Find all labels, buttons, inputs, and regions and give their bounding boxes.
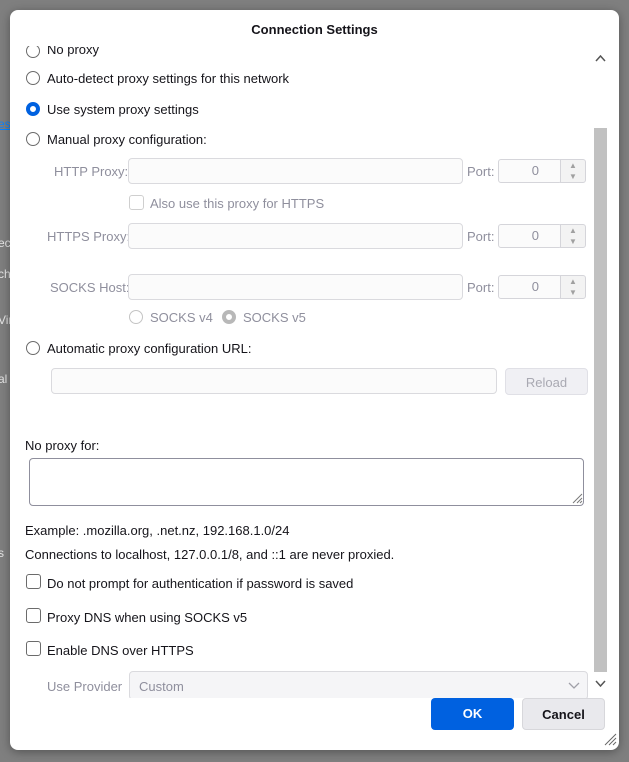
manual-proxy-radio[interactable] <box>26 132 40 146</box>
use-provider-label: Use Provider <box>47 679 123 694</box>
provider-select-value: Custom <box>139 679 184 694</box>
chevron-up-icon[interactable]: ▲ <box>561 225 585 236</box>
resize-grip-icon[interactable] <box>571 492 583 504</box>
socks-v4-label[interactable]: SOCKS v4 <box>150 310 213 325</box>
scroll-down-icon[interactable] <box>595 680 606 688</box>
scroll-up-icon[interactable] <box>595 54 606 62</box>
http-port-stepper[interactable]: ▲ ▼ <box>560 159 586 183</box>
auto-detect-radio[interactable] <box>26 71 40 85</box>
http-proxy-label: HTTP Proxy: <box>54 164 129 179</box>
https-port-stepper[interactable]: ▲ ▼ <box>560 224 586 248</box>
socks-host-label: SOCKS Host: <box>50 280 130 295</box>
proxy-dns-checkbox[interactable] <box>26 608 41 623</box>
socks-host-input[interactable] <box>128 274 463 300</box>
http-port-input[interactable]: 0 <box>498 159 562 183</box>
auto-proxy-url-label[interactable]: Automatic proxy configuration URL: <box>47 341 251 356</box>
auto-proxy-url-radio[interactable] <box>26 341 40 355</box>
socks-v4-radio[interactable] <box>129 310 143 324</box>
no-proxy-for-label: No proxy for: <box>25 438 100 453</box>
use-system-proxy-label[interactable]: Use system proxy settings <box>47 102 199 117</box>
https-port-input[interactable]: 0 <box>498 224 562 248</box>
ok-button[interactable]: OK <box>431 698 514 730</box>
cancel-button[interactable]: Cancel <box>522 698 605 730</box>
dialog-scrollbar[interactable] <box>592 46 609 698</box>
chevron-down-icon[interactable]: ▼ <box>561 236 585 247</box>
also-https-checkbox[interactable] <box>129 195 144 210</box>
manual-proxy-label[interactable]: Manual proxy configuration: <box>47 132 207 147</box>
http-proxy-input[interactable] <box>128 158 463 184</box>
https-proxy-label: HTTPS Proxy: <box>47 229 131 244</box>
example-text: Example: .mozilla.org, .net.nz, 192.168.… <box>25 523 290 538</box>
use-system-proxy-radio[interactable] <box>26 102 40 116</box>
no-proxy-for-textarea[interactable] <box>29 458 584 506</box>
chevron-down-icon <box>568 682 580 689</box>
socks-port-input[interactable]: 0 <box>498 275 562 299</box>
chevron-down-icon[interactable]: ▼ <box>561 287 585 298</box>
dialog-title: Connection Settings <box>251 22 378 37</box>
no-proxy-radio[interactable] <box>26 46 40 58</box>
https-port-label: Port: <box>467 229 495 244</box>
no-proxy-label: No proxy <box>47 46 100 57</box>
chevron-up-icon[interactable]: ▲ <box>561 160 585 171</box>
localhost-note: Connections to localhost, 127.0.0.1/8, a… <box>25 547 395 562</box>
background-text-fragment: al <box>0 372 8 386</box>
no-prompt-auth-checkbox[interactable] <box>26 574 41 589</box>
auto-proxy-url-input[interactable] <box>51 368 497 394</box>
background-text-fragment: s <box>0 546 4 560</box>
no-prompt-auth-label[interactable]: Do not prompt for authentication if pass… <box>47 576 353 591</box>
chevron-down-icon[interactable]: ▼ <box>561 171 585 182</box>
reload-button[interactable]: Reload <box>505 368 588 395</box>
https-proxy-input[interactable] <box>128 223 463 249</box>
scrollbar-thumb[interactable] <box>594 128 607 672</box>
dns-https-label[interactable]: Enable DNS over HTTPS <box>47 643 194 658</box>
auto-detect-label[interactable]: Auto-detect proxy settings for this netw… <box>47 71 289 86</box>
socks-port-label: Port: <box>467 280 495 295</box>
dns-https-checkbox[interactable] <box>26 641 41 656</box>
socks-port-stepper[interactable]: ▲ ▼ <box>560 275 586 299</box>
http-port-label: Port: <box>467 164 495 179</box>
dialog-content: No proxy Auto-detect proxy settings for … <box>10 46 592 698</box>
provider-select[interactable]: Custom <box>129 671 588 698</box>
connection-settings-dialog: Connection Settings No proxy Auto-detect… <box>10 10 619 750</box>
window-resize-grip-icon[interactable] <box>603 732 617 746</box>
also-https-label[interactable]: Also use this proxy for HTTPS <box>150 196 324 211</box>
chevron-up-icon[interactable]: ▲ <box>561 276 585 287</box>
proxy-dns-label[interactable]: Proxy DNS when using SOCKS v5 <box>47 610 247 625</box>
socks-v5-label[interactable]: SOCKS v5 <box>243 310 306 325</box>
socks-v5-radio[interactable] <box>222 310 236 324</box>
